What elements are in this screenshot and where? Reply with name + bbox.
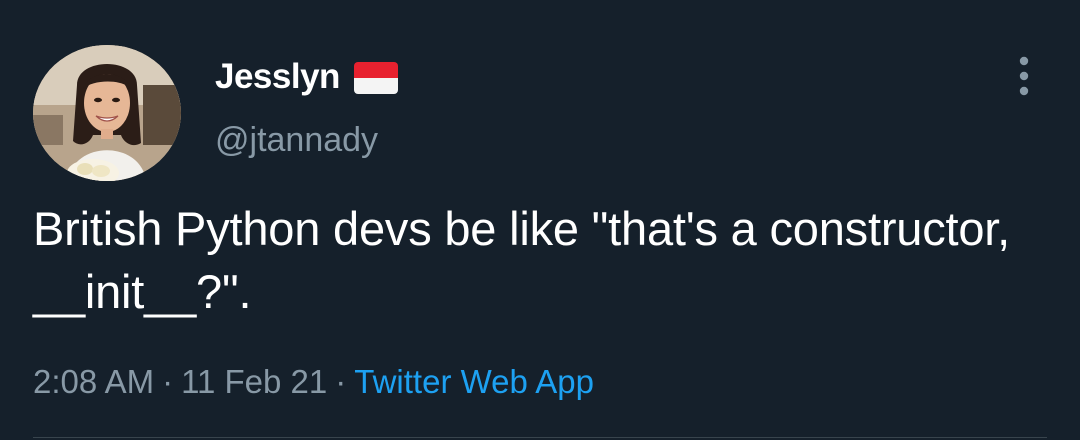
more-options-button[interactable]: [1000, 52, 1048, 100]
tweet-time[interactable]: 2:08 AM: [33, 363, 154, 400]
tweet-card: Jesslyn @jtannady British Python devs be…: [0, 0, 1080, 440]
indonesia-flag-icon: [353, 62, 398, 94]
meta-separator: ·: [335, 363, 347, 400]
tweet-date[interactable]: 11 Feb 21: [181, 363, 327, 400]
tweet-meta: 2:08 AM · 11 Feb 21 · Twitter Web App: [33, 360, 594, 404]
divider: [33, 437, 1047, 438]
avatar[interactable]: [33, 45, 181, 181]
author-display-name[interactable]: Jesslyn: [215, 55, 340, 99]
author-handle[interactable]: @jtannady: [215, 118, 378, 162]
tweet-text: British Python devs be like "that's a co…: [33, 202, 1011, 318]
more-vertical-icon: [1019, 56, 1029, 96]
author-name-row: Jesslyn: [215, 55, 398, 99]
meta-separator: ·: [162, 363, 174, 400]
profile-photo: [33, 45, 181, 181]
tweet-source-link[interactable]: Twitter Web App: [354, 363, 594, 400]
